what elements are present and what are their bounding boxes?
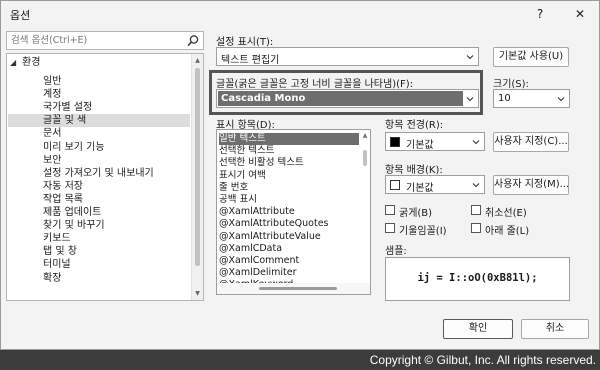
size-label: 크기(S): [493, 79, 529, 90]
scroll-thumb[interactable] [363, 150, 367, 166]
display-item[interactable]: 일반 텍스트 [219, 133, 359, 145]
category-tree[interactable]: ◢ 환경 일반 계정 국가별 설정 글꼴 및 색 문서 미리 보기 기능 보안 설정 가져오기 … [6, 53, 204, 301]
size-value: 10 [498, 93, 511, 104]
tree-item[interactable]: 국가별 설정 [43, 101, 193, 114]
display-item[interactable]: 표시기 여백 [219, 170, 359, 182]
tree-item[interactable]: 탭 및 창 [43, 245, 193, 258]
tree-root-label: 환경 [22, 57, 41, 68]
font-label: 글꼴(굵은 글꼴은 고정 너비 글꼴을 나타냄)(F): [216, 79, 414, 90]
tree-item[interactable]: 자동 저장 [43, 180, 193, 193]
display-item[interactable]: 줄 번호 [219, 182, 359, 194]
list-horizontal-scrollbar[interactable] [217, 283, 370, 294]
tree-item[interactable]: 작업 목록 [43, 193, 193, 206]
tree-item[interactable]: 보안 [43, 154, 193, 167]
display-item[interactable]: @XamlDelimiter [219, 267, 359, 279]
display-item[interactable]: 선택한 비활성 텍스트 [219, 157, 359, 169]
bold-checkbox[interactable] [385, 205, 395, 215]
chevron-down-icon [557, 97, 565, 102]
foreground-color-swatch [390, 137, 400, 147]
scroll-thumb[interactable] [195, 68, 200, 266]
search-box [6, 31, 204, 50]
search-icon[interactable] [186, 34, 200, 48]
background-custom-button[interactable]: 사용자 지정(M)... [493, 175, 569, 195]
tree-item[interactable]: 미리 보기 기능 [43, 141, 193, 154]
expand-arrow-icon[interactable]: ◢ [10, 56, 22, 70]
size-combo[interactable]: 10 [493, 89, 570, 108]
tree-item[interactable]: 설정 가져오기 및 내보내기 [43, 167, 193, 180]
close-button[interactable]: ✕ [567, 4, 593, 24]
font-value: Cascadia Mono [218, 91, 463, 106]
tree-item[interactable]: 찾기 및 바꾸기 [43, 219, 193, 232]
settings-display-value: 텍스트 편집기 [221, 55, 280, 66]
list-vertical-scrollbar[interactable]: ▲ [361, 132, 369, 278]
settings-display-combo[interactable]: 텍스트 편집기 [216, 47, 479, 66]
underline-label: 아래 줄(L) [485, 226, 530, 237]
cancel-button[interactable]: 취소 [521, 319, 589, 339]
display-item[interactable]: @XamlAttributeValue [219, 231, 359, 243]
strikethrough-label: 취소선(E) [485, 208, 527, 219]
foreground-label: 항목 전경(R): [385, 120, 444, 131]
sample-text: ij = I::oO(0xB81l); [417, 272, 538, 284]
settings-display-label: 설정 표시(T): [216, 37, 274, 48]
font-combo[interactable]: Cascadia Mono [216, 89, 479, 108]
chevron-down-icon [472, 183, 480, 188]
options-dialog: 옵션 ? ✕ ◢환경 일반계정국가별 설정글꼴 및 색문서미리 보기 기능보안설… [0, 0, 600, 350]
help-button[interactable]: ? [527, 4, 553, 24]
display-item[interactable]: @XamlCData [219, 243, 359, 255]
scroll-up-icon[interactable]: ▲ [192, 55, 203, 66]
background-color-swatch [390, 180, 400, 190]
chevron-down-icon [466, 55, 474, 60]
search-input[interactable] [9, 33, 179, 48]
display-item[interactable]: @XamlAttributeQuotes [219, 218, 359, 230]
background-label: 항목 배경(K): [385, 165, 443, 176]
use-defaults-button[interactable]: 기본값 사용(U) [493, 47, 569, 67]
background-value: 기본값 [406, 183, 434, 194]
left-panel: ◢환경 일반계정국가별 설정글꼴 및 색문서미리 보기 기능보안설정 가져오기 … [6, 31, 204, 301]
tree-item[interactable]: 확장 [43, 272, 193, 285]
ok-button[interactable]: 확인 [443, 319, 513, 339]
scroll-up-icon[interactable]: ▲ [361, 132, 369, 139]
display-item[interactable]: @XamlComment [219, 255, 359, 267]
display-item[interactable]: 선택한 텍스트 [219, 145, 359, 157]
foreground-combo[interactable]: 기본값 [385, 132, 485, 151]
background-combo[interactable]: 기본값 [385, 175, 485, 194]
tree-root-environment[interactable]: ◢ 환경 [10, 56, 40, 70]
tree-item[interactable]: 제품 업데이트 [43, 206, 193, 219]
copyright-text: Copyright © Gilbut, Inc. All rights rese… [369, 353, 596, 367]
foreground-value: 기본값 [406, 140, 434, 151]
scroll-thumb[interactable] [259, 287, 337, 290]
chevron-down-icon [472, 140, 480, 145]
tree-item[interactable]: 계정 [43, 88, 193, 101]
footer-bar: Copyright © Gilbut, Inc. All rights rese… [0, 350, 600, 370]
tree-item[interactable]: 키보드 [43, 232, 193, 245]
tree-item[interactable]: 터미널 [43, 258, 193, 271]
underline-checkbox[interactable] [471, 223, 481, 233]
sample-preview: ij = I::oO(0xB81l); [385, 257, 570, 301]
display-item[interactable]: @XamlAttribute [219, 206, 359, 218]
italic-label: 기울임꼴(I) [399, 226, 447, 237]
title-bar: 옵션 ? ✕ [1, 1, 599, 27]
sample-label: 샘플: [385, 246, 407, 257]
strikethrough-checkbox[interactable] [471, 205, 481, 215]
tree-scrollbar[interactable]: ▲ ▼ [191, 54, 203, 300]
display-item[interactable]: 공백 표시 [219, 194, 359, 206]
window-title: 옵션 [10, 9, 31, 22]
tree-item[interactable]: 글꼴 및 색 [43, 114, 193, 127]
tree-item[interactable]: 문서 [43, 127, 193, 140]
italic-checkbox[interactable] [385, 223, 395, 233]
foreground-custom-button[interactable]: 사용자 지정(C)... [493, 132, 569, 152]
bold-label: 굵게(B) [399, 208, 433, 219]
chevron-down-icon [466, 97, 474, 102]
scroll-down-icon[interactable]: ▼ [192, 288, 203, 299]
tree-item[interactable]: 일반 [43, 75, 193, 88]
display-items-list[interactable]: 일반 텍스트 선택한 텍스트 선택한 비활성 텍스트 표시기 여백 줄 번호 공백 표시 @… [216, 129, 371, 295]
